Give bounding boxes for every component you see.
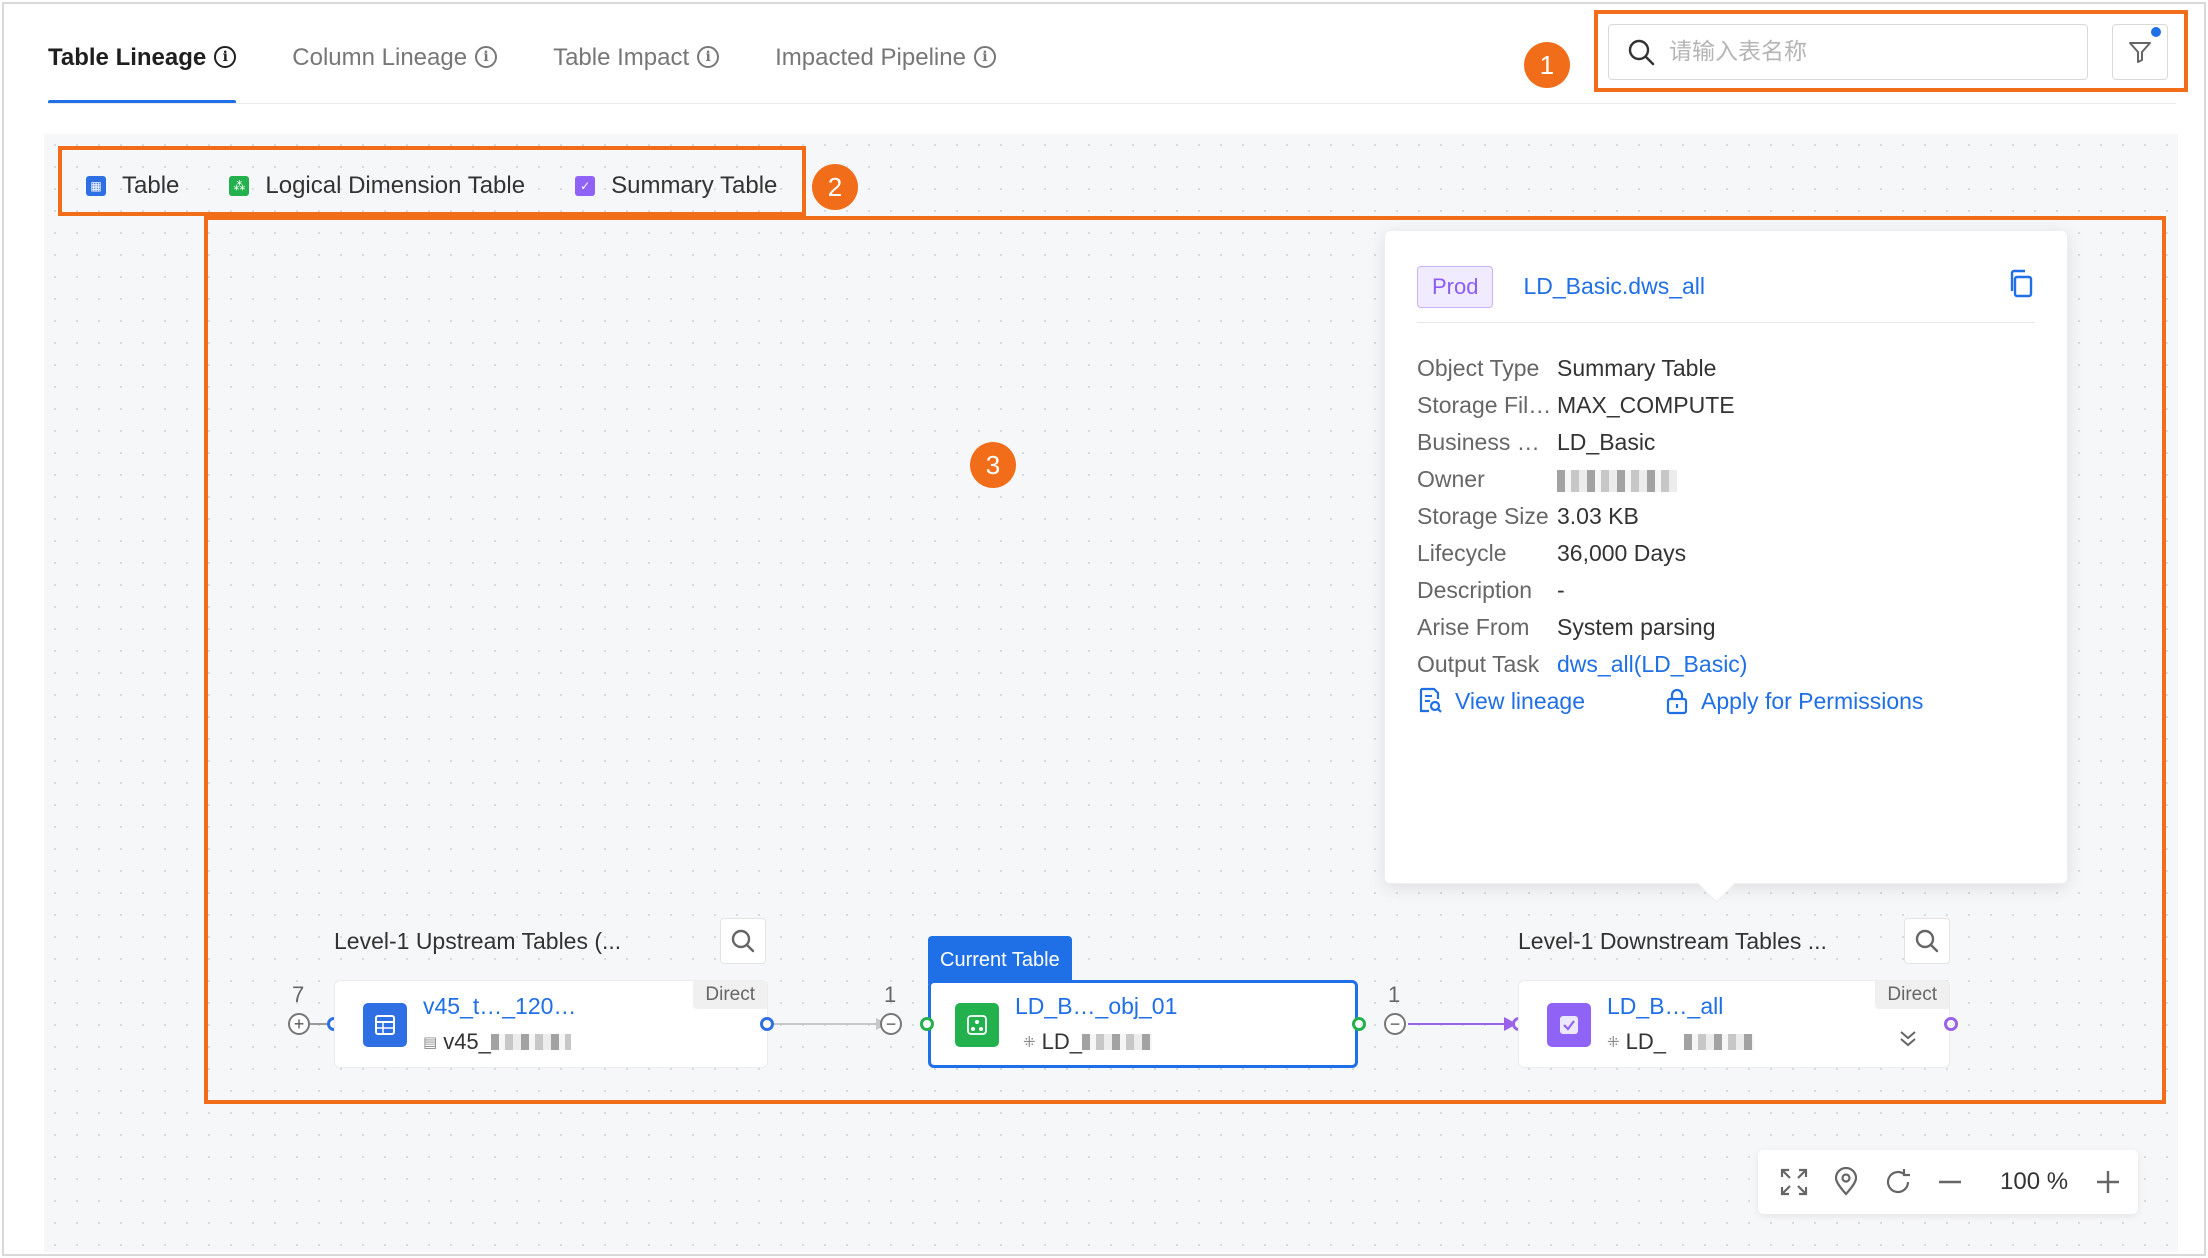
- zoom-level: 100 %: [2000, 1168, 2068, 1196]
- downstream-count: 1: [1388, 982, 1401, 1007]
- search-icon: [1915, 929, 1939, 953]
- upstream-count: 7: [292, 982, 305, 1007]
- doc-icon: ▤: [423, 1034, 438, 1051]
- tree-icon: ⁜: [1023, 1034, 1036, 1051]
- direct-tag: Direct: [1875, 981, 1949, 1009]
- node-port: [1944, 1017, 1958, 1031]
- downstream-level-title: Level-1 Downstream Tables ...: [1518, 928, 1827, 954]
- zoom-value: 100: [2000, 1168, 2041, 1195]
- node-port: [760, 1017, 774, 1031]
- minus-icon: [1939, 1180, 1961, 1184]
- node-project-name: v45_: [443, 1029, 491, 1054]
- reset-button[interactable]: [1872, 1156, 1924, 1208]
- upstream-table-node[interactable]: v45_t…_120… ▤ v45_ Direct: [334, 980, 768, 1068]
- upstream-search-button[interactable]: [720, 918, 766, 964]
- upstream-level-title: Level-1 Upstream Tables (...: [334, 928, 622, 954]
- locate-button[interactable]: [1820, 1156, 1872, 1208]
- node-project: ⁜ LD_: [1023, 1029, 1152, 1055]
- node-project-name: LD_: [1041, 1029, 1082, 1054]
- refresh-icon: [1886, 1169, 1910, 1194]
- search-icon: [731, 929, 755, 953]
- tree-icon: ⁜: [1607, 1034, 1620, 1051]
- collapse-downstream-button[interactable]: −: [1384, 1013, 1406, 1035]
- zoom-toolbar: 100 %: [1758, 1150, 2138, 1214]
- current-table-node[interactable]: LD_B…_obj_01 ⁜ LD_: [928, 980, 1358, 1068]
- fit-view-button[interactable]: [1768, 1156, 1820, 1208]
- redacted: [1081, 1034, 1152, 1050]
- node-project: ⁜ LD_: [1607, 1029, 1754, 1055]
- node-project: ▤ v45_: [423, 1029, 571, 1055]
- node-project-name: LD_: [1625, 1029, 1666, 1054]
- zoom-out-button[interactable]: [1924, 1156, 1976, 1208]
- plus-icon: [2097, 1171, 2120, 1193]
- collapse-upstream-button[interactable]: −: [880, 1013, 902, 1035]
- downstream-search-button[interactable]: [1904, 918, 1950, 964]
- zoom-in-button[interactable]: [2082, 1156, 2134, 1208]
- node-table-name[interactable]: LD_B…_obj_01: [1015, 993, 1177, 1020]
- current-table-tag: Current Table: [928, 936, 1072, 984]
- current-input-count: 1: [884, 982, 897, 1007]
- node-port: [1352, 1017, 1366, 1031]
- expand-icon: [1780, 1168, 1808, 1196]
- location-pin-icon: [1834, 1167, 1858, 1196]
- node-port: [920, 1017, 934, 1031]
- expand-upstream-button[interactable]: +: [288, 1013, 310, 1035]
- node-table-name[interactable]: v45_t…_120…: [423, 993, 576, 1020]
- annotation-badge-3: 3: [970, 442, 1016, 488]
- annotation-badge-1: 1: [1524, 42, 1570, 88]
- zoom-unit: %: [2046, 1168, 2069, 1195]
- lineage-edges: [310, 1017, 1517, 1031]
- redacted: [490, 1034, 571, 1050]
- node-table-name[interactable]: LD_B…_all: [1607, 993, 1723, 1020]
- downstream-table-node[interactable]: LD_B…_all ⁜ LD_ Direct: [1518, 980, 1950, 1068]
- table-icon: [363, 1003, 407, 1047]
- dimension-table-icon: [955, 1003, 999, 1047]
- direct-tag: Direct: [693, 981, 767, 1009]
- redacted: [1683, 1034, 1754, 1050]
- chevrons-down-icon[interactable]: [1897, 1027, 1919, 1054]
- annotation-badge-2: 2: [812, 164, 858, 210]
- summary-table-icon: [1547, 1003, 1591, 1047]
